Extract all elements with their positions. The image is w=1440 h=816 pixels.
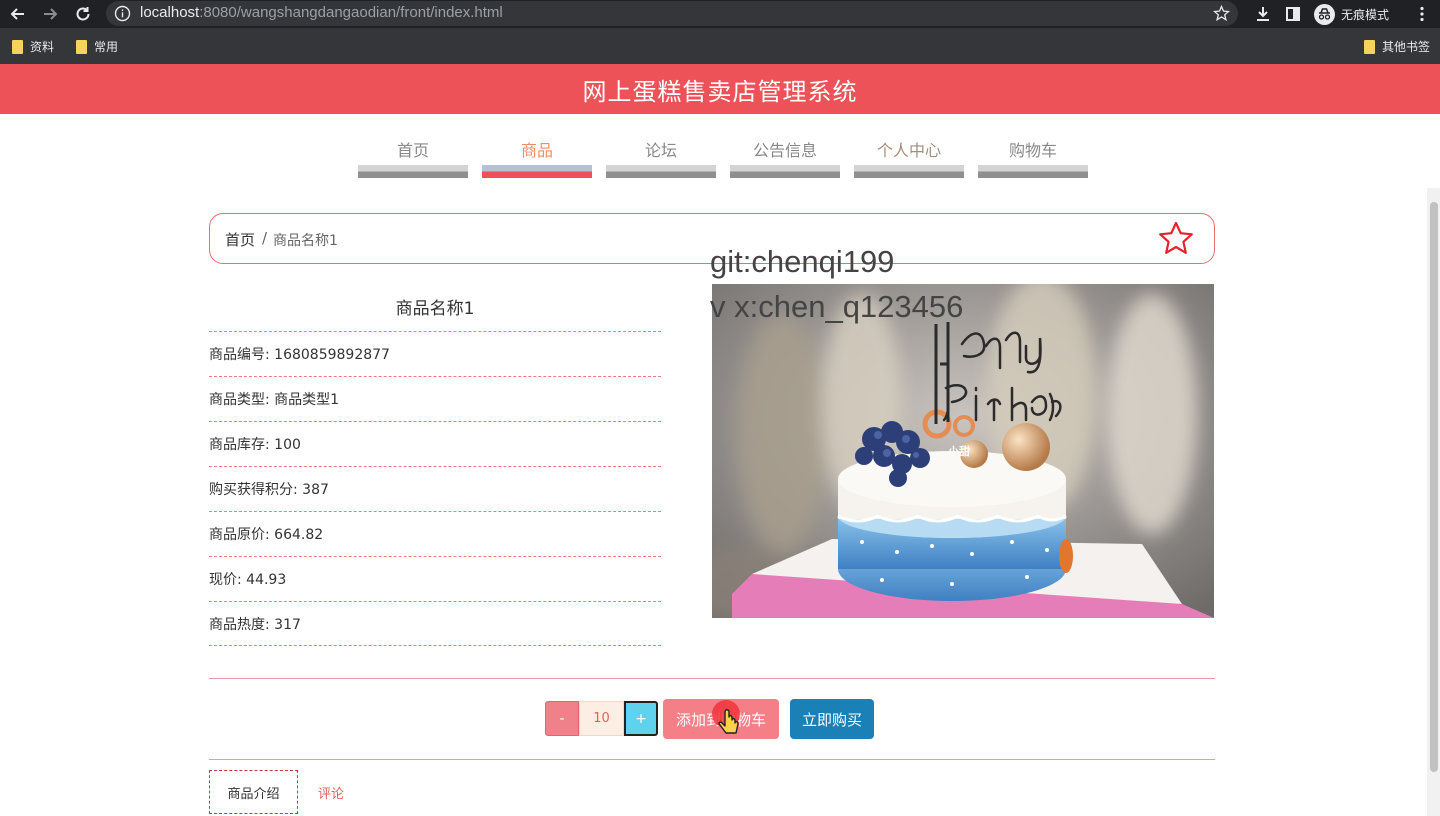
folder-icon [76, 39, 87, 54]
bookmark-folder-changyong[interactable]: 常用 [76, 38, 118, 55]
incognito-icon [1314, 3, 1335, 25]
forward-icon[interactable] [38, 3, 62, 25]
detail-popularity: 商品热度: 317 [209, 601, 661, 646]
nav-underline [854, 165, 964, 178]
nav-item-home[interactable]: 首页 [358, 130, 468, 178]
address-bar[interactable]: localhost:8080/wangshangdangaodian/front… [106, 1, 1238, 26]
tab-comments[interactable]: 评论 [318, 783, 344, 802]
divider [209, 759, 1215, 760]
detail-stock: 商品库存: 100 [209, 421, 661, 466]
bookmarks-bar: 资料 常用 其他书签 [0, 28, 1440, 64]
nav-item-profile[interactable]: 个人中心 [854, 130, 964, 178]
bookmark-star-icon[interactable] [1213, 5, 1230, 22]
bookmark-folder-ziliao[interactable]: 资料 [12, 38, 54, 55]
detail-product-type: 商品类型: 商品类型1 [209, 376, 661, 421]
nav-item-forum[interactable]: 论坛 [606, 130, 716, 178]
breadcrumb-home-link[interactable]: 首页 [225, 229, 255, 250]
nav-underline [482, 165, 592, 178]
detail-points: 购买获得积分: 387 [209, 466, 661, 511]
favorite-star-icon[interactable] [1157, 220, 1195, 258]
nav-item-cart[interactable]: 购物车 [978, 130, 1088, 178]
reload-icon[interactable] [71, 3, 95, 25]
scrollbar-thumb[interactable] [1430, 202, 1438, 772]
main-nav: 首页 商品 论坛 公告信息 个人中心 购物车 [358, 130, 1088, 178]
quantity-input[interactable]: 10 [579, 701, 624, 736]
nav-underline [358, 165, 468, 178]
back-icon[interactable] [6, 3, 30, 25]
nav-underline [730, 165, 840, 178]
nav-item-notices[interactable]: 公告信息 [730, 130, 840, 178]
watermark-line-2: v x:chen_q123456 [710, 289, 964, 324]
bookmark-folder-other[interactable]: 其他书签 [1364, 38, 1430, 55]
detail-original-price: 商品原价: 664.82 [209, 511, 661, 556]
nav-item-products[interactable]: 商品 [482, 130, 592, 178]
incognito-profile[interactable]: 无痕模式 [1314, 3, 1389, 25]
quantity-decrease-button[interactable]: - [545, 701, 579, 736]
browser-toolbar: localhost:8080/wangshangdangaodian/front… [0, 0, 1440, 28]
menu-kebab-icon[interactable] [1410, 3, 1434, 25]
product-name: 商品名称1 [395, 299, 475, 319]
side-panel-icon[interactable] [1281, 3, 1305, 25]
folder-icon [1364, 39, 1375, 54]
detail-product-id: 商品编号: 1680859892877 [209, 331, 661, 376]
breadcrumb-current: 商品名称1 [273, 233, 338, 249]
page-scrollbar[interactable] [1427, 188, 1440, 816]
breadcrumb-separator: / [262, 229, 268, 247]
divider [209, 678, 1215, 679]
detail-current-price: 现价: 44.93 [209, 556, 661, 601]
product-image: 小甜 [712, 284, 1214, 618]
download-icon[interactable] [1251, 3, 1275, 25]
nav-underline [606, 165, 716, 178]
product-details: 商品编号: 1680859892877 商品类型: 商品类型1 商品库存: 10… [209, 331, 661, 646]
incognito-label: 无痕模式 [1341, 7, 1390, 22]
site-header: 网上蛋糕售卖店管理系统 [0, 64, 1440, 114]
info-icon[interactable] [114, 5, 131, 22]
buy-now-button[interactable]: 立即购买 [790, 699, 874, 739]
image-brand-text: 小甜 [947, 444, 970, 458]
quantity-increase-button[interactable]: + [624, 701, 658, 736]
tab-product-intro[interactable]: 商品介绍 [209, 770, 298, 814]
folder-icon [12, 39, 23, 54]
site-title: 网上蛋糕售卖店管理系统 [582, 77, 858, 106]
url-text: localhost:8080/wangshangdangaodian/front… [140, 4, 503, 21]
nav-underline [978, 165, 1088, 178]
add-to-cart-button[interactable]: 添加到购物车 [663, 699, 779, 739]
watermark-line-1: git:chenqi199 [710, 244, 895, 279]
